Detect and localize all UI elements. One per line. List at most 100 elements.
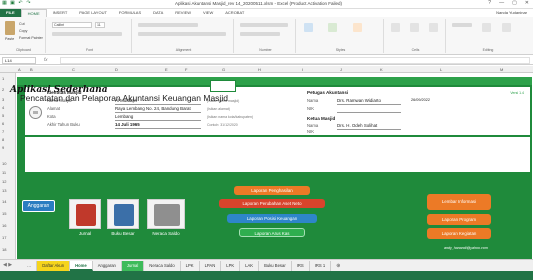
officer-name-field[interactable]: Drs. Ramwan Widiarto [337,98,381,103]
name-box[interactable]: L14 [2,57,36,64]
save-icon[interactable]: ▣ [10,1,15,6]
row-header[interactable]: 9 [2,145,4,150]
delete-cells-icon[interactable] [410,23,419,32]
sheet-tab-lpk-2[interactable]: LPK [221,260,241,271]
row-header[interactable]: 6 [2,121,4,126]
redo-icon[interactable]: ↷ [26,1,31,6]
neraca-saldo-label[interactable]: Neraca Saldo [148,231,184,236]
cell-styles-icon[interactable] [353,23,362,32]
fiscal-year-end-field[interactable]: 14 Juli 1965 [115,122,140,127]
column-header[interactable]: A [18,66,21,73]
column-header[interactable]: E [165,66,168,73]
row-header[interactable]: 13 [2,188,6,193]
anggaran-button[interactable]: Anggaran [22,200,55,212]
number-format-select[interactable] [240,23,288,27]
row-header[interactable]: 3 [2,97,4,102]
row-header[interactable]: 17 [2,235,6,240]
row-header[interactable]: 18 [2,247,6,252]
sheet-tab-home[interactable]: Home [70,260,93,271]
conditional-formatting-icon[interactable] [304,23,313,32]
city-field[interactable]: Lembang [115,114,133,119]
help-button[interactable]: ? [488,0,491,6]
undo-icon[interactable]: ↶ [18,1,23,6]
sheet-tab-neraca-saldo[interactable]: Neraca Saldo [144,260,181,271]
sheet-tab-daftar-akun[interactable]: Daftar Akun [37,260,71,271]
tab-data[interactable]: DATA [147,9,169,17]
add-sheet-button[interactable]: ⊕ [331,261,345,271]
tab-insert[interactable]: INSERT [47,9,74,17]
maximize-button[interactable]: ▢ [512,0,517,6]
column-header[interactable]: F [185,66,187,73]
row-header[interactable]: 1 [2,76,4,81]
alignment-buttons-bottom[interactable] [138,32,226,36]
minimize-button[interactable]: — [499,0,504,6]
tab-file[interactable]: FILE [0,9,21,17]
sheet-tab-anggaran[interactable]: Anggaran [93,260,122,271]
column-header[interactable]: M [500,66,503,73]
row-header[interactable]: 16 [2,223,6,228]
row-header[interactable]: 15 [2,211,6,216]
font-format-buttons[interactable] [52,32,122,36]
selected-cell[interactable] [210,80,236,92]
jurnal-tile[interactable]: Jurnal [69,199,101,236]
laporan-kegiatan-button[interactable]: Laporan Kegiatan [427,228,491,239]
column-header[interactable]: I [302,66,303,73]
number-format-buttons[interactable] [240,32,280,36]
jurnal-label[interactable]: Jurnal [70,231,100,236]
column-header[interactable]: C [72,66,75,73]
row-header[interactable]: 10 [2,161,6,166]
row-header[interactable]: 11 [2,170,6,175]
find-select-icon[interactable] [502,23,511,32]
tab-acrobat[interactable]: ACROBAT [219,9,250,17]
column-header[interactable]: K [380,66,383,73]
lembar-informasi-button[interactable]: Lembar Informasi [427,194,491,210]
column-header[interactable]: D [115,66,118,73]
laporan-program-button[interactable]: Laporan Program [427,214,491,225]
column-header[interactable]: G [222,66,225,73]
laporan-perubahan-aset-neto-button[interactable]: Laporan Perubahan Aset Neto [219,199,325,208]
sheet-tab-buku-besar[interactable]: Buku Besar [259,260,292,271]
row-header[interactable]: 7 [2,129,4,134]
sheet-tab-ellipsis[interactable]: … [22,260,38,271]
sheet-tab-irs[interactable]: IRS [292,260,310,271]
format-cells-icon[interactable] [429,23,438,32]
cut-button[interactable]: Cut [19,22,25,26]
sheet-tab-lpk[interactable]: LPK [181,260,200,271]
row-header[interactable]: 4 [2,105,4,110]
buku-besar-label[interactable]: Buku Besar [108,231,138,236]
font-name-select[interactable]: Calibri [52,22,92,28]
tab-review[interactable]: REVIEW [169,9,197,17]
format-painter-button[interactable]: Format Painter [19,36,43,40]
officer-nik-field[interactable] [337,112,401,113]
neraca-saldo-tile[interactable]: Neraca Saldo [147,199,185,236]
sort-filter-icon[interactable] [482,23,491,32]
insert-cells-icon[interactable] [391,23,400,32]
fx-icon[interactable]: fx [44,57,48,62]
sheet-tab-lak[interactable]: LAK [240,260,260,271]
tab-view[interactable]: VIEW [197,9,219,17]
sheet-tab-jurnal[interactable]: Jurnal [121,260,145,271]
format-as-table-icon[interactable] [328,23,337,32]
autosum-button[interactable] [452,23,472,27]
buku-besar-tile[interactable]: Buku Besar [107,199,139,236]
alignment-buttons-top[interactable] [138,23,198,27]
laporan-posisi-keuangan-button[interactable]: Laporan Posisi Keuangan [227,214,317,223]
paste-icon[interactable] [5,21,15,35]
row-header[interactable]: 12 [2,179,6,184]
sheet-tab-lpan[interactable]: LPAN [200,260,222,271]
sheet-nav-arrows-icon[interactable]: ◀ ▶ [3,262,12,268]
column-header[interactable]: B [30,66,33,73]
row-header[interactable]: 2 [2,87,4,92]
row-header[interactable]: 8 [2,137,4,142]
formula-input[interactable] [60,57,530,64]
tab-formulas[interactable]: FORMULAS [113,9,147,17]
column-header[interactable]: L [440,66,442,73]
laporan-arus-kas-button[interactable]: Laporan Arus Kas [239,228,305,237]
paste-label[interactable]: Paste [5,37,14,41]
font-size-select[interactable]: 11 [95,22,105,28]
row-header[interactable]: 5 [2,113,4,118]
close-button[interactable]: ✕ [525,0,529,6]
row-header[interactable]: 14 [2,199,6,204]
user-account[interactable]: Nanda Yudaninar [496,9,527,17]
tab-page-layout[interactable]: PAGE LAYOUT [73,9,113,17]
